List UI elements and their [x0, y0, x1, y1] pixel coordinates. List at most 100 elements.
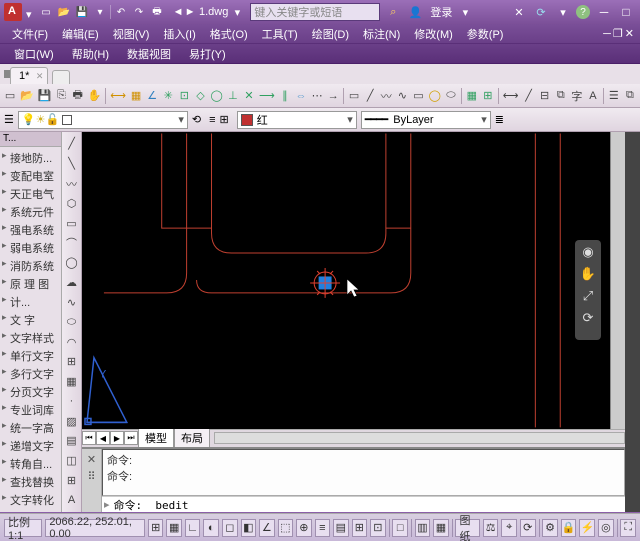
close-cmd-icon[interactable]: ✕ — [87, 453, 96, 466]
tree-node[interactable]: 计... — [2, 293, 59, 311]
menu-modify[interactable]: 修改(M) — [408, 24, 459, 44]
menu-dimension[interactable]: 标注(N) — [357, 24, 406, 44]
horizontal-scrollbar[interactable] — [214, 432, 625, 444]
zoom-extents-icon[interactable]: ⤢ — [583, 288, 593, 304]
drawing-canvas[interactable]: Y ◉ ✋ ⤢ ⟳ — [82, 132, 625, 429]
tpy-toggle-icon[interactable]: ▤ — [333, 519, 349, 537]
more2-icon[interactable]: ⧉ — [624, 88, 636, 104]
dim-style-icon[interactable]: ⧉ — [555, 88, 567, 104]
snap-endpoint-icon[interactable]: ⊡ — [178, 88, 190, 104]
ellipse-tool-icon[interactable]: ⬭ — [64, 314, 80, 330]
tree-node[interactable]: 多行文字 — [2, 365, 59, 383]
measure-distance-icon[interactable]: ⟷ — [110, 88, 126, 104]
snap-mid-icon[interactable]: ◇ — [194, 88, 206, 104]
point-tool-icon[interactable]: · — [64, 393, 80, 409]
line-icon[interactable]: ╱ — [364, 88, 376, 104]
layer-prev-icon[interactable]: ⟲ — [192, 113, 201, 126]
rect-select-icon[interactable]: ▭ — [348, 88, 360, 104]
tree-node[interactable]: 接地防... — [2, 149, 59, 167]
tree-node[interactable]: 查找替换 — [2, 473, 59, 491]
saveas-icon[interactable]: ⎘ — [56, 88, 68, 104]
isolate-icon[interactable]: ◎ — [598, 519, 614, 537]
pan-hand-icon[interactable]: ✋ — [580, 266, 596, 282]
tree-node[interactable]: 消防系统 — [2, 257, 59, 275]
text-tool-icon[interactable]: A — [64, 492, 80, 508]
insert-tool-icon[interactable]: ⊞ — [64, 354, 80, 370]
xline-tool-icon[interactable]: ╲ — [64, 156, 80, 172]
qat-dropdown-icon[interactable]: ▾ — [92, 4, 108, 20]
login-dropdown-icon[interactable]: ▾ — [456, 3, 474, 21]
lwt-toggle-icon[interactable]: ≡ — [315, 519, 331, 537]
layout-last-icon[interactable]: ⏭ — [124, 431, 138, 445]
linetype-combo[interactable]: ━━━━ ByLayer ▾ — [361, 111, 491, 129]
ducs-toggle-icon[interactable]: ⬚ — [278, 519, 294, 537]
revcloud-tool-icon[interactable]: ☁ — [64, 275, 80, 291]
circle-icon[interactable]: ◯ — [429, 88, 441, 104]
maximize-button[interactable]: □ — [616, 4, 636, 20]
save-icon[interactable]: 💾 — [38, 88, 52, 104]
layout-next-icon[interactable]: ▶ — [110, 431, 124, 445]
block-icon[interactable]: ▦ — [466, 88, 478, 104]
tree-node[interactable]: 文字样式 — [2, 329, 59, 347]
snap-perp-icon[interactable]: ⊥ — [227, 88, 239, 104]
tree-node[interactable]: 系统元件 — [2, 203, 59, 221]
doc-restore-button[interactable]: ❐ — [613, 27, 623, 40]
open-icon[interactable]: 📂 — [20, 88, 34, 104]
minimize-button[interactable]: ─ — [594, 4, 614, 20]
cleanscreen-icon[interactable]: ⛶ — [620, 519, 636, 537]
ellipse-icon[interactable]: ⬭ — [445, 88, 457, 104]
menu-param[interactable]: 参数(P) — [461, 24, 510, 44]
mtext-icon[interactable]: A — [587, 88, 599, 104]
document-tab-active[interactable]: 1* ✕ — [10, 67, 48, 84]
tree-node[interactable]: 文字转化 — [2, 491, 59, 509]
layer-manager-icon[interactable]: ☰ — [4, 113, 14, 126]
cmd-handle-icon[interactable]: ⠿ — [87, 470, 95, 483]
qat-print-icon[interactable]: 🖶 — [149, 4, 165, 20]
file-dropdown-icon[interactable]: ▾ — [232, 5, 242, 19]
polar-toggle-icon[interactable]: ◐ — [203, 519, 219, 537]
pan-icon[interactable]: ✋ — [88, 88, 102, 104]
dim-linear-icon[interactable]: ⟷ — [503, 88, 519, 104]
menu-format[interactable]: 格式(O) — [204, 24, 254, 44]
menu-yida[interactable]: 易打(Y) — [181, 44, 234, 64]
ortho-toggle-icon[interactable]: ∟ — [185, 519, 201, 537]
line-tool-icon[interactable]: ╱ — [64, 136, 80, 152]
dyn-toggle-icon[interactable]: ⊕ — [296, 519, 312, 537]
menu-insert[interactable]: 插入(I) — [157, 24, 201, 44]
snap-parallel-icon[interactable]: ∥ — [279, 88, 291, 104]
mirror-icon[interactable]: ⇔ — [295, 88, 307, 104]
file-next-icon[interactable]: ► — [185, 5, 195, 19]
stayconnected-icon[interactable]: ⟳ — [532, 3, 550, 21]
snap-intersect-icon[interactable]: ✕ — [243, 88, 255, 104]
tree-node[interactable]: 统一字高 — [2, 419, 59, 437]
tree-node[interactable]: 原 理 图 — [2, 275, 59, 293]
quickview-layouts-icon[interactable]: ▥ — [415, 519, 431, 537]
3dosnap-toggle-icon[interactable]: ◧ — [241, 519, 257, 537]
new-tab-button[interactable] — [52, 70, 70, 84]
command-grip[interactable]: ✕ ⠿ — [82, 449, 102, 512]
login-label[interactable]: 登录 — [430, 4, 452, 20]
lock-ui-icon[interactable]: 🔒 — [561, 519, 577, 537]
polyline-tool-icon[interactable]: 〰 — [64, 176, 80, 192]
layout1-tab[interactable]: 布局 — [174, 428, 210, 448]
new-icon[interactable]: ▭ — [4, 88, 16, 104]
dim-aligned-icon[interactable]: ╱ — [522, 88, 534, 104]
ellipsearc-tool-icon[interactable]: ◠ — [64, 334, 80, 350]
otrack-toggle-icon[interactable]: ∠ — [259, 519, 275, 537]
command-history[interactable]: 命令: 命令: — [102, 449, 625, 496]
table-icon[interactable]: ⊞ — [482, 88, 494, 104]
properties-icon[interactable]: ☰ — [608, 88, 620, 104]
layout-first-icon[interactable]: ⏮ — [82, 431, 96, 445]
qp-toggle-icon[interactable]: ⊞ — [352, 519, 368, 537]
snap-extend-icon[interactable]: ⟶ — [259, 88, 275, 104]
tree-node[interactable]: 强电系统 — [2, 221, 59, 239]
text-icon[interactable]: 字 — [571, 88, 583, 104]
annoscale-icon[interactable]: ⚖ — [483, 519, 499, 537]
vertical-scrollbar[interactable] — [610, 132, 625, 429]
orbit-icon[interactable]: ⟳ — [583, 310, 594, 326]
exchange-icon[interactable]: ✕ — [510, 3, 528, 21]
left-panel-header[interactable]: T... — [0, 132, 61, 147]
qat-save-icon[interactable]: 💾 — [74, 4, 90, 20]
snap-center-icon[interactable]: ◯ — [211, 88, 223, 104]
qat-new-icon[interactable]: ▭ — [38, 4, 54, 20]
